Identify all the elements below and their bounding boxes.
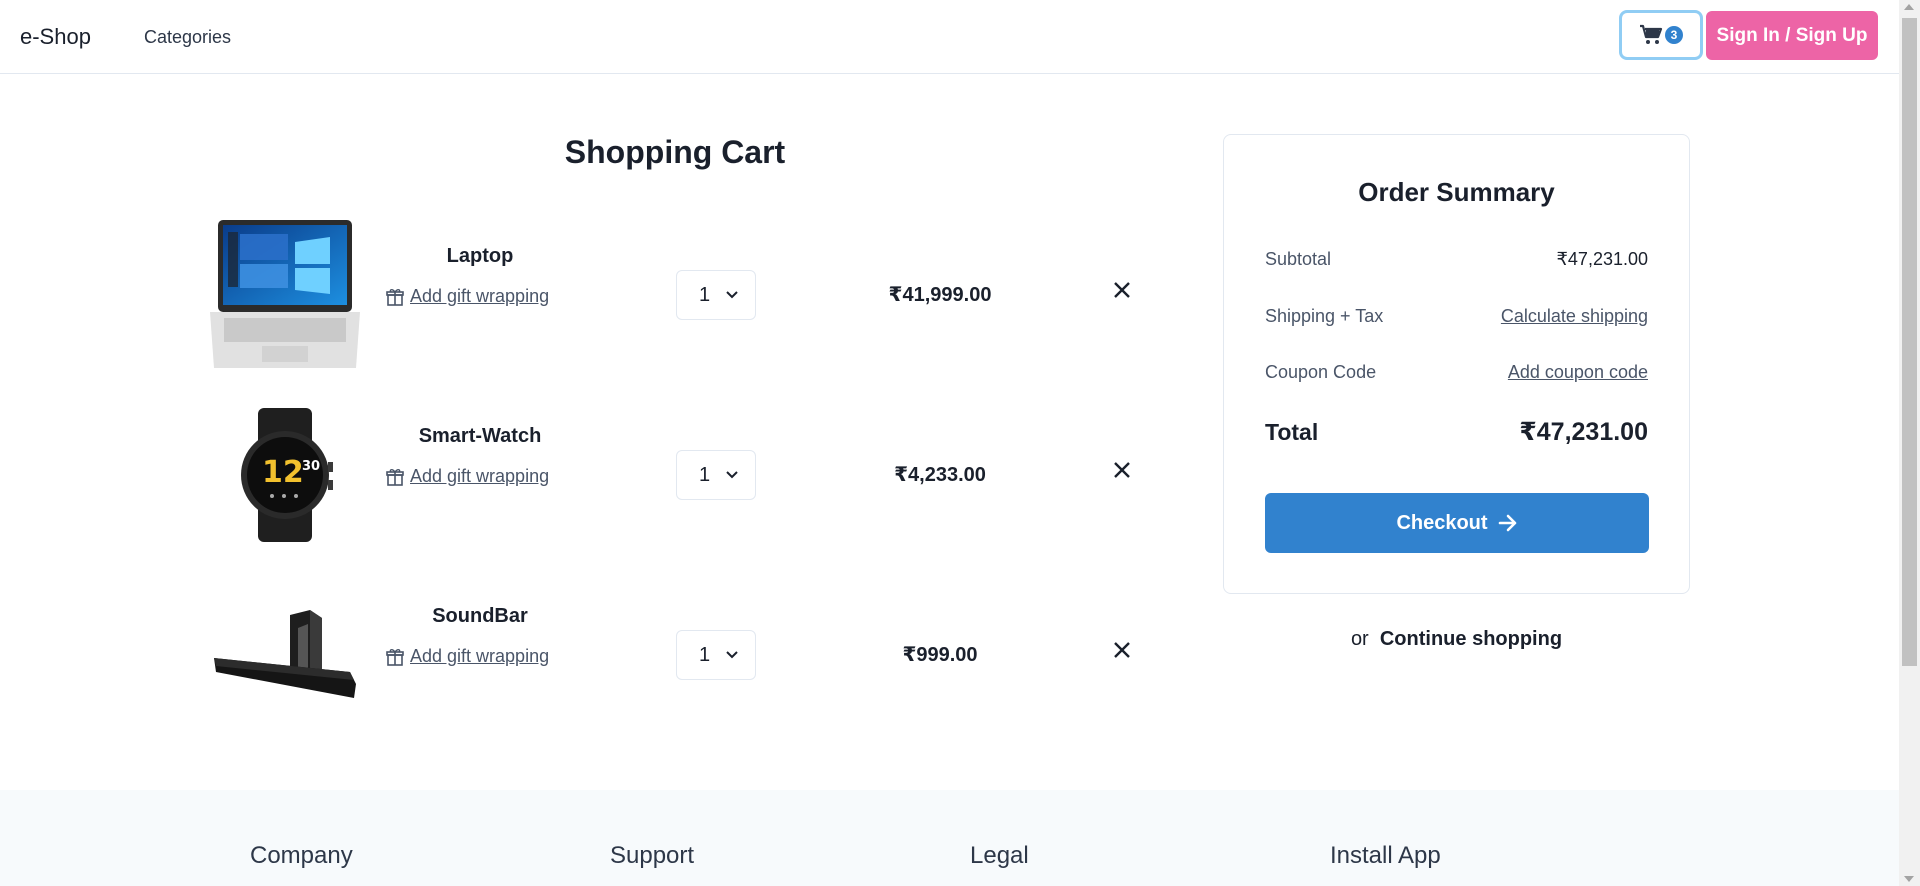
- item-name[interactable]: Smart-Watch: [380, 425, 580, 448]
- cart-count-badge: 3: [1665, 26, 1683, 44]
- brand-logo-text[interactable]: e-Shop: [20, 24, 91, 50]
- quantity-value: 1: [699, 283, 711, 306]
- gift-icon: [386, 288, 404, 306]
- chevron-down-icon: [726, 291, 738, 299]
- gift-wrap-link[interactable]: Add gift wrapping: [386, 466, 549, 487]
- continue-shopping: or Continue shopping: [1223, 628, 1690, 651]
- subtotal-row: Subtotal ₹47,231.00: [1265, 249, 1648, 270]
- gift-wrap-label[interactable]: Add gift wrapping: [410, 466, 549, 487]
- gift-wrap-link[interactable]: Add gift wrapping: [386, 286, 549, 307]
- quantity-value: 1: [699, 463, 711, 486]
- subtotal-value: ₹47,231.00: [1556, 249, 1648, 269]
- total-row: Total ₹47,231.00: [1265, 417, 1648, 447]
- smartwatch-image: 12 30: [241, 408, 333, 542]
- chevron-down-icon: [726, 471, 738, 479]
- gift-icon: [386, 648, 404, 666]
- shipping-label: Shipping + Tax: [1265, 306, 1384, 326]
- quantity-select[interactable]: 1: [676, 630, 756, 680]
- add-coupon-link[interactable]: Add coupon code: [1508, 362, 1648, 383]
- order-summary-title: Order Summary: [1358, 177, 1555, 207]
- arrow-right-icon: [1498, 514, 1516, 532]
- checkout-button[interactable]: Checkout: [1265, 493, 1649, 553]
- item-name[interactable]: Laptop: [380, 245, 580, 268]
- shipping-row: Shipping + Tax Calculate shipping: [1265, 306, 1648, 327]
- continue-prefix: or: [1350, 628, 1369, 650]
- svg-text:12: 12: [262, 455, 304, 490]
- remove-item-icon[interactable]: [1110, 278, 1134, 302]
- laptop-image: [210, 220, 360, 368]
- order-summary-card: Order Summary Subtotal ₹47,231.00 Shippi…: [1223, 134, 1690, 594]
- calculate-shipping-link[interactable]: Calculate shipping: [1501, 306, 1648, 327]
- top-navbar: e-Shop Categories 3 Sign In / Sign Up: [0, 0, 1899, 74]
- total-value: ₹47,231.00: [1519, 418, 1648, 446]
- scroll-thumb[interactable]: [1902, 18, 1917, 666]
- gift-wrap-link[interactable]: Add gift wrapping: [386, 646, 549, 667]
- remove-item-icon[interactable]: [1110, 458, 1134, 482]
- sign-in-button[interactable]: Sign In / Sign Up: [1706, 11, 1878, 60]
- soundbar-image: [214, 610, 356, 698]
- coupon-row: Coupon Code Add coupon code: [1265, 362, 1648, 383]
- item-price: ₹4,233.00: [894, 464, 986, 486]
- footer-heading-company: Company: [250, 842, 353, 869]
- footer-heading-support: Support: [610, 842, 695, 869]
- item-price: ₹999.00: [902, 644, 978, 666]
- subtotal-label: Subtotal: [1265, 249, 1332, 269]
- nav-categories[interactable]: Categories: [144, 27, 231, 48]
- remove-item-icon[interactable]: [1110, 638, 1134, 662]
- cart-button[interactable]: 3: [1619, 10, 1703, 60]
- cart-icon: [1640, 24, 1663, 44]
- checkout-label: Checkout: [1396, 511, 1488, 534]
- svg-text:30: 30: [302, 459, 320, 474]
- item-price: ₹41,999.00: [888, 284, 992, 306]
- quantity-select[interactable]: 1: [676, 270, 756, 320]
- continue-shopping-link[interactable]: Continue shopping: [1380, 628, 1562, 650]
- total-label: Total: [1265, 418, 1319, 445]
- item-name[interactable]: SoundBar: [380, 605, 580, 628]
- gift-wrap-label[interactable]: Add gift wrapping: [410, 286, 549, 307]
- gift-wrap-label[interactable]: Add gift wrapping: [410, 646, 549, 667]
- gift-icon: [386, 468, 404, 486]
- quantity-select[interactable]: 1: [676, 450, 756, 500]
- coupon-label: Coupon Code: [1265, 362, 1377, 382]
- page-scrollbar[interactable]: [1899, 0, 1920, 886]
- cart-item-laptop: Laptop Add gift wrapping 1 ₹41,999.00: [210, 220, 1160, 370]
- quantity-value: 1: [699, 643, 711, 666]
- footer-heading-legal: Legal: [970, 842, 1029, 869]
- page-title: Shopping Cart: [564, 134, 786, 170]
- footer-heading-install-app: Install App: [1330, 842, 1441, 869]
- footer: Company Support Legal Install App: [0, 790, 1899, 886]
- scroll-down-arrow-icon[interactable]: [1904, 876, 1914, 882]
- cart-item-soundbar: SoundBar Add gift wrapping 1 ₹999.00: [210, 580, 1160, 730]
- chevron-down-icon: [726, 651, 738, 659]
- cart-item-smartwatch: 12 30 Smart-Watch Add gift wrapping 1 ₹4…: [210, 400, 1160, 550]
- scroll-up-arrow-icon[interactable]: [1904, 4, 1914, 10]
